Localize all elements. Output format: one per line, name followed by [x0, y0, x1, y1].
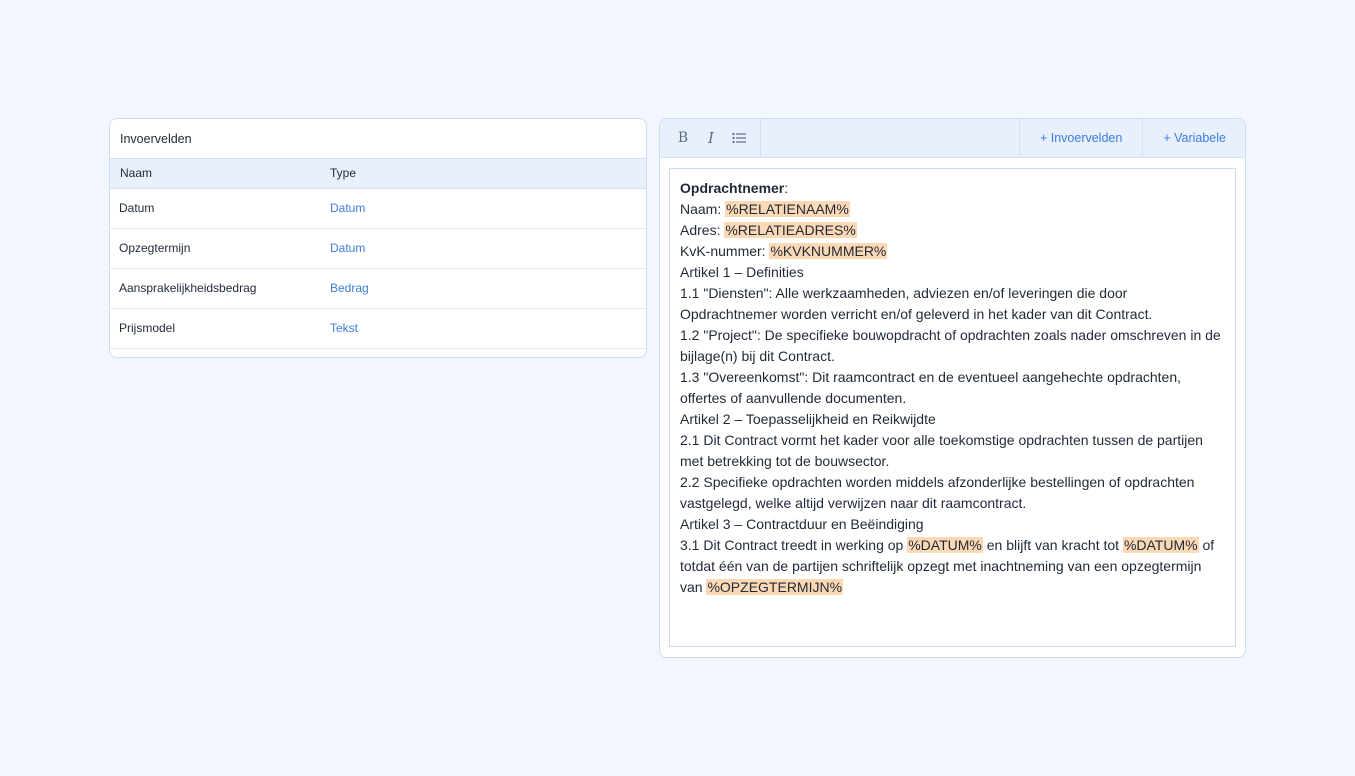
article-1-title: Artikel 1 – Definities [680, 264, 804, 280]
doc-heading-line: Opdrachtnemer: [680, 178, 1225, 199]
bold-button[interactable]: B [672, 127, 694, 149]
field-name: Prijsmodel [110, 308, 330, 349]
kvk-label: KvK-nummer: [680, 243, 770, 259]
variable-chip[interactable]: %RELATIEADRES% [724, 222, 857, 238]
article-1-3: 1.3 "Overeenkomst": Dit raamcontract en … [680, 369, 1182, 406]
insert-variable-button[interactable]: + Variabele [1142, 119, 1245, 157]
article-3-1: 3.1 Dit Contract treedt in werking op %D… [680, 535, 1225, 598]
field-type[interactable]: Tekst [330, 308, 646, 349]
column-header-type: Type [330, 159, 646, 189]
field-name: Datum [110, 188, 330, 229]
doc-kvk-line: KvK-nummer: %KVKNUMMER% [680, 241, 1225, 262]
bold-icon: B [677, 130, 689, 146]
field-type[interactable]: Bedrag [330, 268, 646, 309]
table-row[interactable]: Aansprakelijkheidsbedrag Bedrag [110, 268, 646, 309]
italic-button[interactable]: I [700, 127, 722, 149]
table-row[interactable]: Prijsmodel Tekst [110, 308, 646, 349]
field-type[interactable]: Datum [330, 188, 646, 229]
field-type[interactable]: Datum [330, 228, 646, 269]
doc-heading-suffix: : [784, 180, 789, 196]
bullet-list-button[interactable] [728, 127, 750, 149]
italic-icon: I [708, 129, 714, 147]
doc-heading: Opdrachtnemer [680, 180, 785, 196]
doc-adres-line: Adres: %RELATIEADRES% [680, 220, 1225, 241]
editor-toolbar: B I + Invoervelden + Variabele [660, 119, 1245, 158]
variable-chip[interactable]: %DATUM% [1122, 537, 1199, 553]
article-1-1: 1.1 "Diensten": Alle werkzaamheden, advi… [680, 285, 1153, 322]
art3-text-a: 3.1 Dit Contract treedt in werking op [680, 537, 908, 553]
doc-naam-line: Naam: %RELATIENAAM% [680, 199, 1225, 220]
adres-label: Adres: [680, 222, 725, 238]
column-header-name: Naam [110, 159, 330, 189]
field-name: Aansprakelijkheidsbedrag [110, 268, 330, 309]
article-2-2: 2.2 Specifieke opdrachten worden middels… [680, 474, 1195, 511]
contract-editor-panel: B I + Invoervelden + Variabele Opdrachtn… [659, 118, 1246, 658]
list-icon [732, 132, 746, 144]
variable-chip[interactable]: %OPZEGTERMIJN% [706, 579, 844, 595]
field-name: Opzegtermijn [110, 228, 330, 269]
variable-chip[interactable]: %KVKNUMMER% [769, 243, 888, 259]
format-button-group: B I [660, 119, 761, 157]
insert-fields-button[interactable]: + Invoervelden [1018, 119, 1142, 157]
table-row[interactable]: Datum Datum [110, 188, 646, 229]
article-2-1: 2.1 Dit Contract vormt het kader voor al… [680, 432, 1203, 469]
naam-label: Naam: [680, 201, 726, 217]
variable-chip[interactable]: %DATUM% [907, 537, 983, 553]
article-2-title: Artikel 2 – Toepasselijkheid en Reikwijd… [680, 411, 936, 427]
article-1-2: 1.2 "Project": De specifieke bouwopdrach… [680, 327, 1221, 364]
variable-chip[interactable]: %RELATIENAAM% [725, 201, 850, 217]
panel-title: Invoervelden [110, 119, 646, 159]
input-fields-panel: Invoervelden Naam Type Datum Datum Opzeg… [109, 118, 647, 358]
contract-text-editor[interactable]: Opdrachtnemer: Naam: %RELATIENAAM% Adres… [669, 168, 1236, 647]
art3-text-b: en blijft van kracht tot [982, 537, 1123, 553]
fields-table: Naam Type Datum Datum Opzegtermijn Datum… [110, 159, 646, 349]
table-row[interactable]: Opzegtermijn Datum [110, 228, 646, 269]
table-header-row: Naam Type [110, 159, 646, 189]
article-3-title: Artikel 3 – Contractduur en Beëindiging [680, 516, 924, 532]
